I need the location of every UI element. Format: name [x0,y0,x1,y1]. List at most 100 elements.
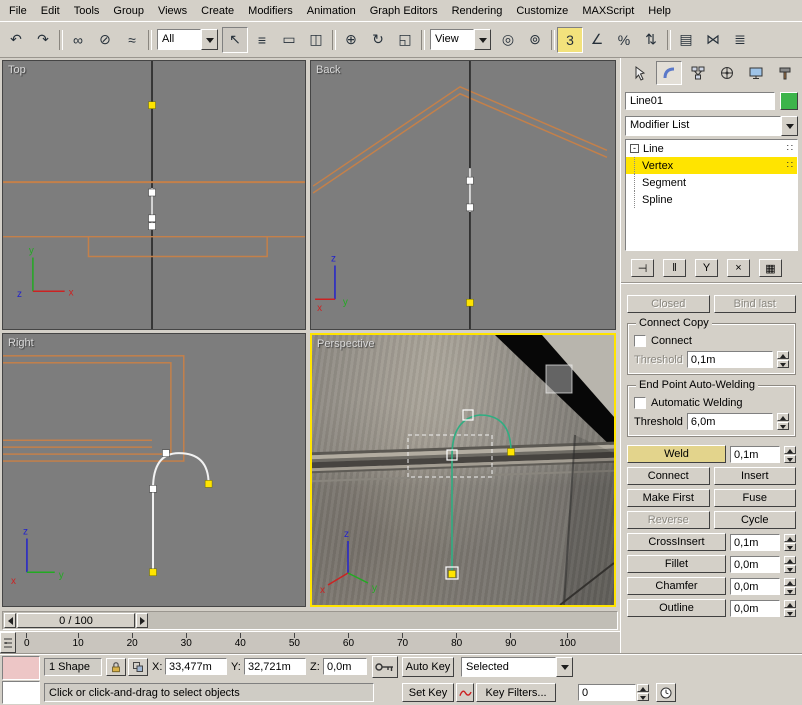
rectangular-selection-button[interactable]: ▭ [276,27,302,53]
outline-spinner[interactable] [784,600,796,617]
fuse-button[interactable]: Fuse [714,489,797,507]
current-frame-spinner[interactable] [637,684,649,701]
cross-insert-button[interactable]: CrossInsert [627,533,726,551]
stack-item-vertex[interactable]: Vertex ∷ [626,157,797,174]
chamfer-button[interactable]: Chamfer [627,577,726,595]
chamfer-field[interactable]: 0,0m [730,578,780,595]
right-viewport-canvas[interactable]: z y x [3,334,305,606]
configure-modifier-sets-button[interactable]: ▦ [759,259,782,277]
menu-tools[interactable]: Tools [67,1,107,21]
selection-lock-toggle[interactable] [106,658,126,676]
menu-edit[interactable]: Edit [34,1,67,21]
object-color-swatch[interactable] [780,92,798,110]
viewport-label[interactable]: Back [316,64,340,76]
selection-filter-dropdown[interactable]: All [157,29,218,50]
remove-modifier-button[interactable]: × [727,259,750,277]
viewport-perspective-active[interactable]: z x y Perspective [310,333,616,607]
automatic-welding-checkbox[interactable] [634,397,646,409]
reference-coordinate-dropdown[interactable]: View [430,29,491,50]
toolbar-separator[interactable] [549,27,556,53]
menu-rendering[interactable]: Rendering [445,1,510,21]
fillet-spinner[interactable] [784,556,796,573]
maxscript-mini-listener[interactable] [2,681,40,704]
snaps-toggle-3d-button[interactable]: 3 [557,27,583,53]
select-object-button[interactable]: ↖ [222,27,248,53]
weld-button[interactable]: Weld [627,445,726,463]
connect-checkbox[interactable] [634,335,646,347]
track-bar[interactable]: 0102030405060708090100 [0,631,620,653]
menu-customize[interactable]: Customize [509,1,575,21]
outline-button[interactable]: Outline [627,599,726,617]
viewport-back[interactable]: z x y Back [310,60,616,330]
cycle-button[interactable]: Cycle [714,511,797,529]
undo-button[interactable]: ↶ [3,27,29,53]
viewport-label[interactable]: Top [8,64,26,76]
spinner-snap-button[interactable]: ⇅ [638,27,664,53]
perspective-viewport-canvas[interactable]: z x y [312,335,614,605]
redo-button[interactable]: ↷ [30,27,56,53]
fillet-button[interactable]: Fillet [627,555,726,573]
previous-frame-arrow[interactable] [4,613,16,628]
key-filters-button[interactable]: Key Filters... [476,683,556,702]
unlink-selection-button[interactable]: ⊘ [92,27,118,53]
modifier-list-dropdown[interactable]: Modifier List [625,116,798,136]
mirror-button[interactable]: ⋈ [700,27,726,53]
menu-graph-editors[interactable]: Graph Editors [363,1,445,21]
select-by-name-button[interactable]: ≡ [249,27,275,53]
menu-views[interactable]: Views [151,1,194,21]
time-configuration-button[interactable] [656,683,676,702]
align-button[interactable]: ≣ [727,27,753,53]
toolbar-separator[interactable] [419,27,426,53]
named-selection-sets-button[interactable]: ▤ [673,27,699,53]
viewport-label[interactable]: Perspective [317,338,374,350]
viewport-right[interactable]: z y x Right [2,333,306,607]
set-key-button[interactable]: Set Key [402,683,454,702]
weld-value-spinner[interactable] [784,446,796,463]
bind-to-space-warp-button[interactable]: ≈ [119,27,145,53]
select-and-move-button[interactable]: ⊕ [338,27,364,53]
tab-create[interactable] [627,61,653,85]
weld-threshold-spinner[interactable] [777,413,789,430]
cross-insert-field[interactable]: 0,1m [730,534,780,551]
tab-utilities[interactable] [772,61,798,85]
percent-snap-button[interactable]: % [611,27,637,53]
menu-modifiers[interactable]: Modifiers [241,1,300,21]
select-and-link-button[interactable]: ∞ [65,27,91,53]
make-unique-button[interactable]: Y [695,259,718,277]
angle-snap-button[interactable]: ∠ [584,27,610,53]
viewport-top[interactable]: y x z Top [2,60,306,330]
reverse-button[interactable]: Reverse [627,511,710,529]
bind-last-button[interactable]: Bind last [714,295,797,313]
menu-maxscript[interactable]: MAXScript [575,1,641,21]
weld-value-field[interactable]: 0,1m [730,446,780,463]
current-frame-field[interactable]: 0 [578,684,636,701]
maxscript-macro-recorder[interactable] [2,656,40,680]
chamfer-spinner[interactable] [784,578,796,595]
stack-item-spline[interactable]: Spline [626,191,797,208]
stack-item-line[interactable]: - Line ∷ [626,140,797,157]
y-coordinate-field[interactable]: 32,721m [244,658,306,675]
window-crossing-button[interactable]: ◫ [303,27,329,53]
select-and-rotate-button[interactable]: ↻ [365,27,391,53]
object-name-field[interactable]: Line01 [625,92,775,110]
x-coordinate-field[interactable]: 33,477m [165,658,227,675]
top-viewport-canvas[interactable]: y x z [3,61,305,329]
toolbar-separator[interactable] [146,27,153,53]
cross-insert-spinner[interactable] [784,534,796,551]
chevron-down-icon[interactable] [781,116,798,136]
show-end-result-button[interactable]: ‖ [663,259,686,277]
z-coordinate-field[interactable]: 0,0m [323,658,367,675]
set-keys-button[interactable] [372,656,398,678]
connect-threshold-field[interactable]: 0,1m [687,351,773,368]
time-slider-thumb[interactable]: 0 / 100 [17,613,135,628]
collapse-icon[interactable]: - [630,144,639,153]
menu-create[interactable]: Create [194,1,241,21]
toolbar-separator[interactable] [330,27,337,53]
stack-item-segment[interactable]: Segment [626,174,797,191]
absolute-offset-toggle[interactable] [128,658,148,676]
back-viewport-canvas[interactable]: z x y [311,61,615,329]
connect-threshold-spinner[interactable] [777,351,789,368]
new-key-default-in-out-button[interactable] [456,683,474,702]
connect-button[interactable]: Connect [627,467,710,485]
chevron-down-icon[interactable] [474,29,491,50]
